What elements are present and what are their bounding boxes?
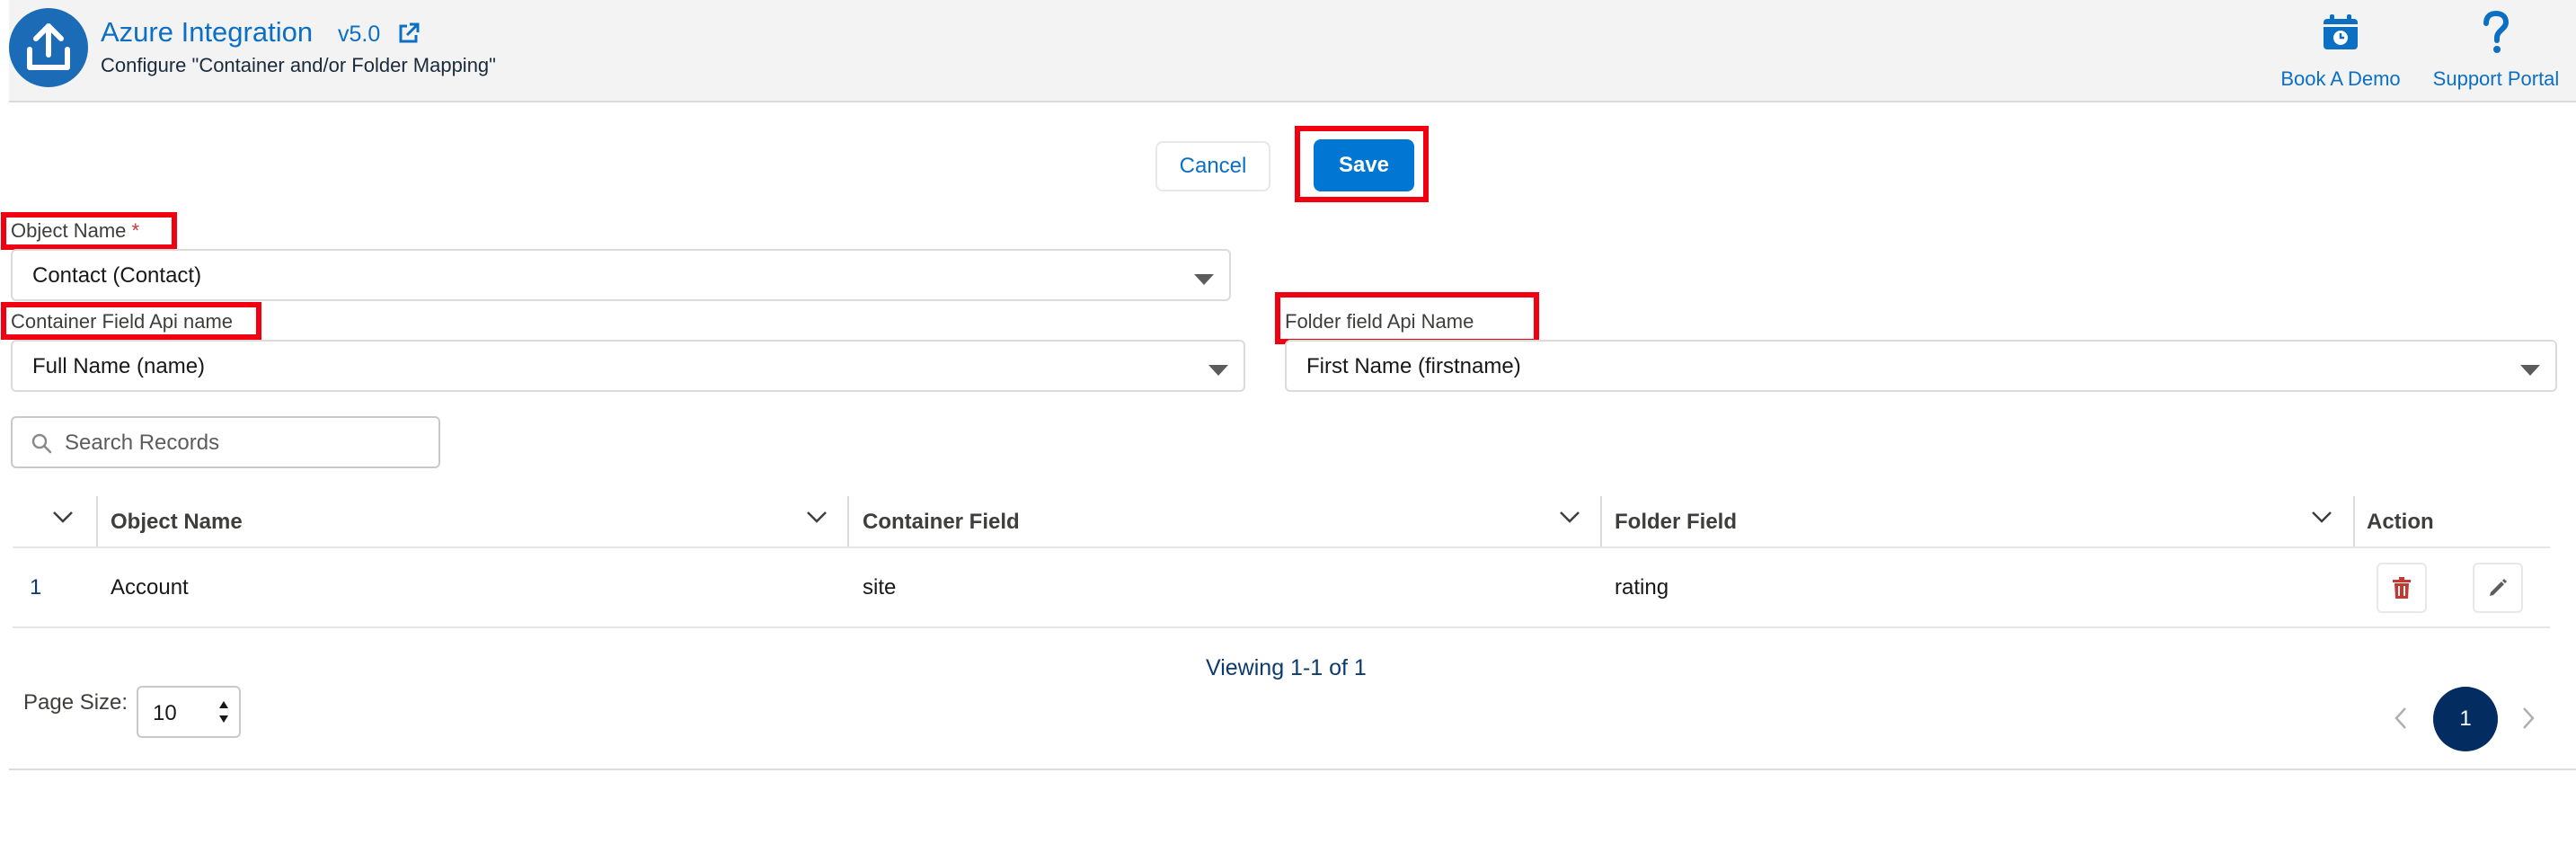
chevron-down-icon	[1560, 511, 1580, 523]
folder-field-value: First Name (firstname)	[1306, 354, 1521, 378]
book-demo-label: Book A Demo	[2280, 67, 2401, 90]
calendar-icon	[2269, 9, 2412, 56]
trash-icon	[2393, 577, 2411, 599]
folder-field-column-menu[interactable]	[2311, 511, 2333, 557]
page-button-current[interactable]: 1	[2433, 687, 2498, 751]
column-header-folder-field[interactable]: Folder Field	[1615, 510, 1737, 535]
header-row-divider	[13, 546, 2550, 548]
cell-container-field: site	[863, 575, 897, 600]
container-field-highlight-box	[1, 302, 261, 340]
column-header-container-field[interactable]: Container Field	[863, 510, 1020, 535]
cell-folder-field: rating	[1615, 575, 1669, 600]
search-icon	[31, 433, 52, 454]
page-size-stepper[interactable]: 10	[137, 686, 241, 738]
spinner-arrows-icon[interactable]	[217, 697, 230, 732]
edit-button[interactable]	[2473, 563, 2523, 613]
external-link-icon[interactable]	[397, 22, 420, 49]
chevron-down-icon	[2312, 511, 2332, 523]
column-divider[interactable]	[1600, 496, 1602, 546]
upload-icon	[9, 8, 88, 87]
container-field-column-menu[interactable]	[1559, 511, 1580, 557]
cancel-button[interactable]: Cancel	[1155, 141, 1270, 191]
chevron-right-icon[interactable]	[2521, 706, 2536, 734]
column-divider[interactable]	[847, 496, 849, 546]
chevron-down-icon	[807, 511, 827, 523]
app-header: Azure Integration v5.0 Configure "Contai…	[9, 0, 2576, 102]
folder-field-highlight-box	[1275, 292, 1539, 344]
column-divider[interactable]	[96, 496, 98, 546]
column-divider[interactable]	[2353, 496, 2355, 546]
row-number: 1	[30, 575, 42, 600]
support-portal-label: Support Portal	[2432, 67, 2560, 90]
chevron-down-icon	[53, 511, 73, 523]
page-size-value: 10	[153, 701, 177, 725]
object-name-column-menu[interactable]	[806, 511, 828, 557]
container-field-select[interactable]: Full Name (name)	[11, 340, 1245, 392]
support-portal-button[interactable]: Support Portal	[2420, 9, 2572, 91]
search-input[interactable]	[63, 429, 426, 458]
object-name-value: Contact (Contact)	[32, 263, 202, 288]
pencil-icon	[2490, 579, 2507, 596]
search-box[interactable]	[11, 416, 440, 468]
row-divider	[13, 626, 2550, 628]
column-header-object-name[interactable]: Object Name	[111, 510, 243, 535]
page-size-label: Page Size:	[23, 690, 128, 715]
column-header-action: Action	[2367, 510, 2434, 534]
book-demo-button[interactable]: Book A Demo	[2269, 9, 2412, 91]
caret-down-icon	[2519, 359, 2541, 384]
chevron-left-icon[interactable]	[2394, 706, 2408, 734]
select-all-chevron[interactable]	[52, 511, 74, 557]
app-version: v5.0	[338, 22, 381, 47]
app-title: Azure Integration	[101, 16, 314, 48]
caret-down-icon	[1208, 359, 1229, 384]
caret-down-icon	[1193, 268, 1215, 293]
object-name-highlight-box	[1, 212, 177, 250]
bottom-divider	[9, 768, 2576, 770]
cell-object-name: Account	[111, 575, 189, 600]
app-subtitle: Configure "Container and/or Folder Mappi…	[101, 54, 496, 76]
container-field-value: Full Name (name)	[32, 354, 206, 378]
object-name-select[interactable]: Contact (Contact)	[11, 249, 1231, 301]
question-icon	[2420, 9, 2572, 56]
save-highlight-box	[1295, 126, 1429, 202]
delete-button[interactable]	[2377, 563, 2427, 613]
folder-field-select[interactable]: First Name (firstname)	[1285, 340, 2557, 392]
viewing-summary: Viewing 1-1 of 1	[1206, 655, 1367, 680]
